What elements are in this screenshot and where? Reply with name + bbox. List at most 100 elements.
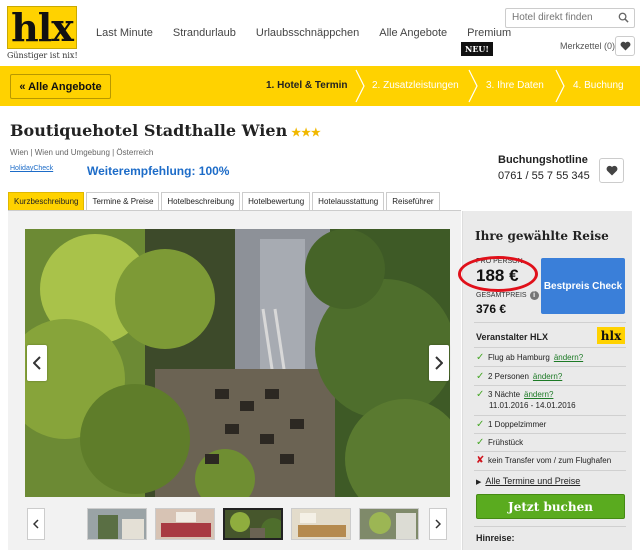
merkzettel-button[interactable] bbox=[615, 36, 635, 56]
feature-text: Flug ab Hamburg bbox=[488, 353, 550, 362]
photo-prev-button[interactable] bbox=[27, 345, 47, 381]
nav-premium[interactable]: Premium bbox=[467, 27, 511, 39]
divider bbox=[474, 366, 626, 367]
gesamtpreis-text: GESAMTPREIS bbox=[476, 292, 527, 299]
step-buchung: 4. Buchung bbox=[573, 80, 624, 91]
feature-room: ✓ 1 Doppelzimmer bbox=[476, 419, 546, 430]
tab-reisefuehrer[interactable]: Reiseführer bbox=[386, 192, 440, 211]
feature-text: 2 Personen bbox=[488, 372, 529, 381]
chevron-right-icon bbox=[435, 519, 441, 529]
thumbnail-image[interactable] bbox=[359, 508, 419, 540]
thumbnail-picture bbox=[225, 510, 281, 538]
step-separator-icon bbox=[555, 69, 565, 103]
courtyard-image bbox=[25, 229, 450, 497]
tab-hotelbeschreibung[interactable]: Hotelbeschreibung bbox=[161, 192, 241, 211]
hotel-location: Wien | Wien und Umgebung | Österreich bbox=[10, 148, 154, 157]
step-ihre-daten: 3. Ihre Daten bbox=[486, 80, 544, 91]
tab-hotelbewertung[interactable]: Hotelbewertung bbox=[242, 192, 311, 211]
hotel-name: Boutiquehotel Stadthalle Wien bbox=[10, 121, 288, 140]
thumbnails-prev-button[interactable] bbox=[27, 508, 45, 540]
thumbnail-image[interactable] bbox=[291, 508, 351, 540]
checkmark-icon: ✓ bbox=[476, 437, 485, 448]
checkmark-icon: ✓ bbox=[476, 419, 485, 430]
step-hotel-termin: 1. Hotel & Termin bbox=[266, 80, 348, 91]
chevron-left-icon bbox=[33, 519, 39, 529]
thumbnail-image-selected[interactable] bbox=[223, 508, 283, 540]
change-nights-link[interactable]: ändern? bbox=[524, 390, 553, 399]
feature-nights: ✓ 3 Nächte ändern? bbox=[476, 389, 553, 400]
chevron-right-icon bbox=[435, 356, 443, 370]
feature-transfer: ✘ kein Transfer vom / zum Flughafen bbox=[476, 455, 611, 466]
divider bbox=[474, 415, 626, 416]
hinreise-label: Hinreise: bbox=[476, 533, 515, 543]
divider bbox=[474, 385, 626, 386]
step-zusatzleistungen: 2. Zusatzleistungen bbox=[372, 80, 459, 91]
star-rating-icon: ★★★ bbox=[291, 126, 321, 139]
thumbnails-next-button[interactable] bbox=[429, 508, 447, 540]
alle-termine-text: Alle Termine und Preise bbox=[485, 476, 581, 486]
checkmark-icon: ✓ bbox=[476, 389, 485, 400]
change-persons-link[interactable]: ändern? bbox=[533, 372, 562, 381]
hotel-courtyard-photo bbox=[25, 229, 450, 497]
hotel-favorite-button[interactable] bbox=[599, 158, 624, 183]
holidaycheck-logo[interactable]: HolidayCheck bbox=[10, 165, 53, 172]
panel-title: Ihre gewählte Reise bbox=[475, 229, 609, 243]
nav-strandurlaub[interactable]: Strandurlaub bbox=[173, 27, 236, 39]
divider bbox=[474, 451, 626, 452]
chevron-left-icon bbox=[33, 356, 41, 370]
thumbnail-picture bbox=[156, 509, 214, 539]
logo-mark: hlx bbox=[7, 6, 77, 49]
triangle-right-icon: ▶ bbox=[476, 479, 482, 486]
operator-label: Veranstalter HLX bbox=[476, 332, 549, 342]
nav-urlaubsschnaeppchen[interactable]: Urlaubsschnäppchen bbox=[256, 27, 359, 39]
merkzettel-link[interactable]: Merkzettel (0) bbox=[560, 41, 615, 51]
search-icon[interactable] bbox=[618, 12, 629, 23]
divider bbox=[474, 322, 626, 323]
tab-kurzbeschreibung[interactable]: Kurzbeschreibung bbox=[8, 192, 85, 211]
feature-breakfast: ✓ Frühstück bbox=[476, 437, 523, 448]
jetzt-buchen-button[interactable]: Jetzt buchen bbox=[476, 494, 625, 519]
nav-last-minute[interactable]: Last Minute bbox=[96, 27, 153, 39]
header: hlx Günstiger ist nix! Last Minute Stran… bbox=[0, 0, 640, 66]
change-flight-link[interactable]: ändern? bbox=[554, 353, 583, 362]
main-nav: Last Minute Strandurlaub Urlaubsschnäppc… bbox=[96, 27, 531, 39]
operator-logo: hlx bbox=[597, 327, 625, 344]
thumbnail-image[interactable] bbox=[155, 508, 215, 540]
bestpreis-check-button[interactable]: Bestpreis Check bbox=[541, 258, 625, 314]
feature-flight: ✓ Flug ab Hamburg ändern? bbox=[476, 352, 583, 363]
alle-angebote-back-button[interactable]: « Alle Angebote bbox=[10, 74, 111, 99]
tab-termine-preise[interactable]: Termine & Preise bbox=[86, 192, 160, 211]
gesamtpreis-label: GESAMTPREIS i bbox=[476, 291, 539, 300]
divider bbox=[474, 470, 626, 471]
alle-termine-link[interactable]: ▶ Alle Termine und Preise bbox=[476, 476, 580, 486]
step-separator-icon bbox=[468, 69, 478, 103]
hlx-logo[interactable]: hlx Günstiger ist nix! bbox=[7, 6, 78, 61]
feature-text: kein Transfer vom / zum Flughafen bbox=[488, 456, 612, 465]
hotel-search-input[interactable] bbox=[512, 12, 612, 23]
divider bbox=[474, 433, 626, 434]
feature-persons: ✓ 2 Personen ändern? bbox=[476, 371, 562, 382]
hotline-label: Buchungshotline bbox=[498, 154, 588, 166]
heart-icon bbox=[620, 41, 630, 51]
heart-icon bbox=[606, 165, 617, 176]
logo-tagline: Günstiger ist nix! bbox=[7, 51, 78, 60]
thumbnail-picture bbox=[292, 509, 350, 539]
thumbnail-picture bbox=[360, 509, 418, 539]
tab-hotelausstattung[interactable]: Hotelausstattung bbox=[312, 192, 385, 211]
nav-alle-angebote[interactable]: Alle Angebote bbox=[379, 27, 447, 39]
hotel-tabs: Kurzbeschreibung Termine & Preise Hotelb… bbox=[8, 192, 442, 211]
step-separator-icon bbox=[355, 69, 365, 103]
checkmark-icon: ✓ bbox=[476, 352, 485, 363]
hotel-title: Boutiquehotel Stadthalle Wien ★★★ bbox=[10, 121, 321, 140]
hotel-search-field[interactable] bbox=[505, 8, 635, 28]
price-highlight-circle bbox=[458, 256, 538, 292]
photo-next-button[interactable] bbox=[429, 345, 449, 381]
recommendation-rate: Weiterempfehlung: 100% bbox=[87, 164, 230, 178]
total-price: 376 € bbox=[476, 302, 507, 316]
divider bbox=[474, 347, 626, 348]
feature-text: 3 Nächte bbox=[488, 390, 521, 399]
feature-text: Frühstück bbox=[488, 438, 524, 447]
info-icon[interactable]: i bbox=[529, 291, 539, 300]
thumbnail-image[interactable] bbox=[87, 508, 147, 540]
feature-text: 1 Doppelzimmer bbox=[488, 420, 547, 429]
